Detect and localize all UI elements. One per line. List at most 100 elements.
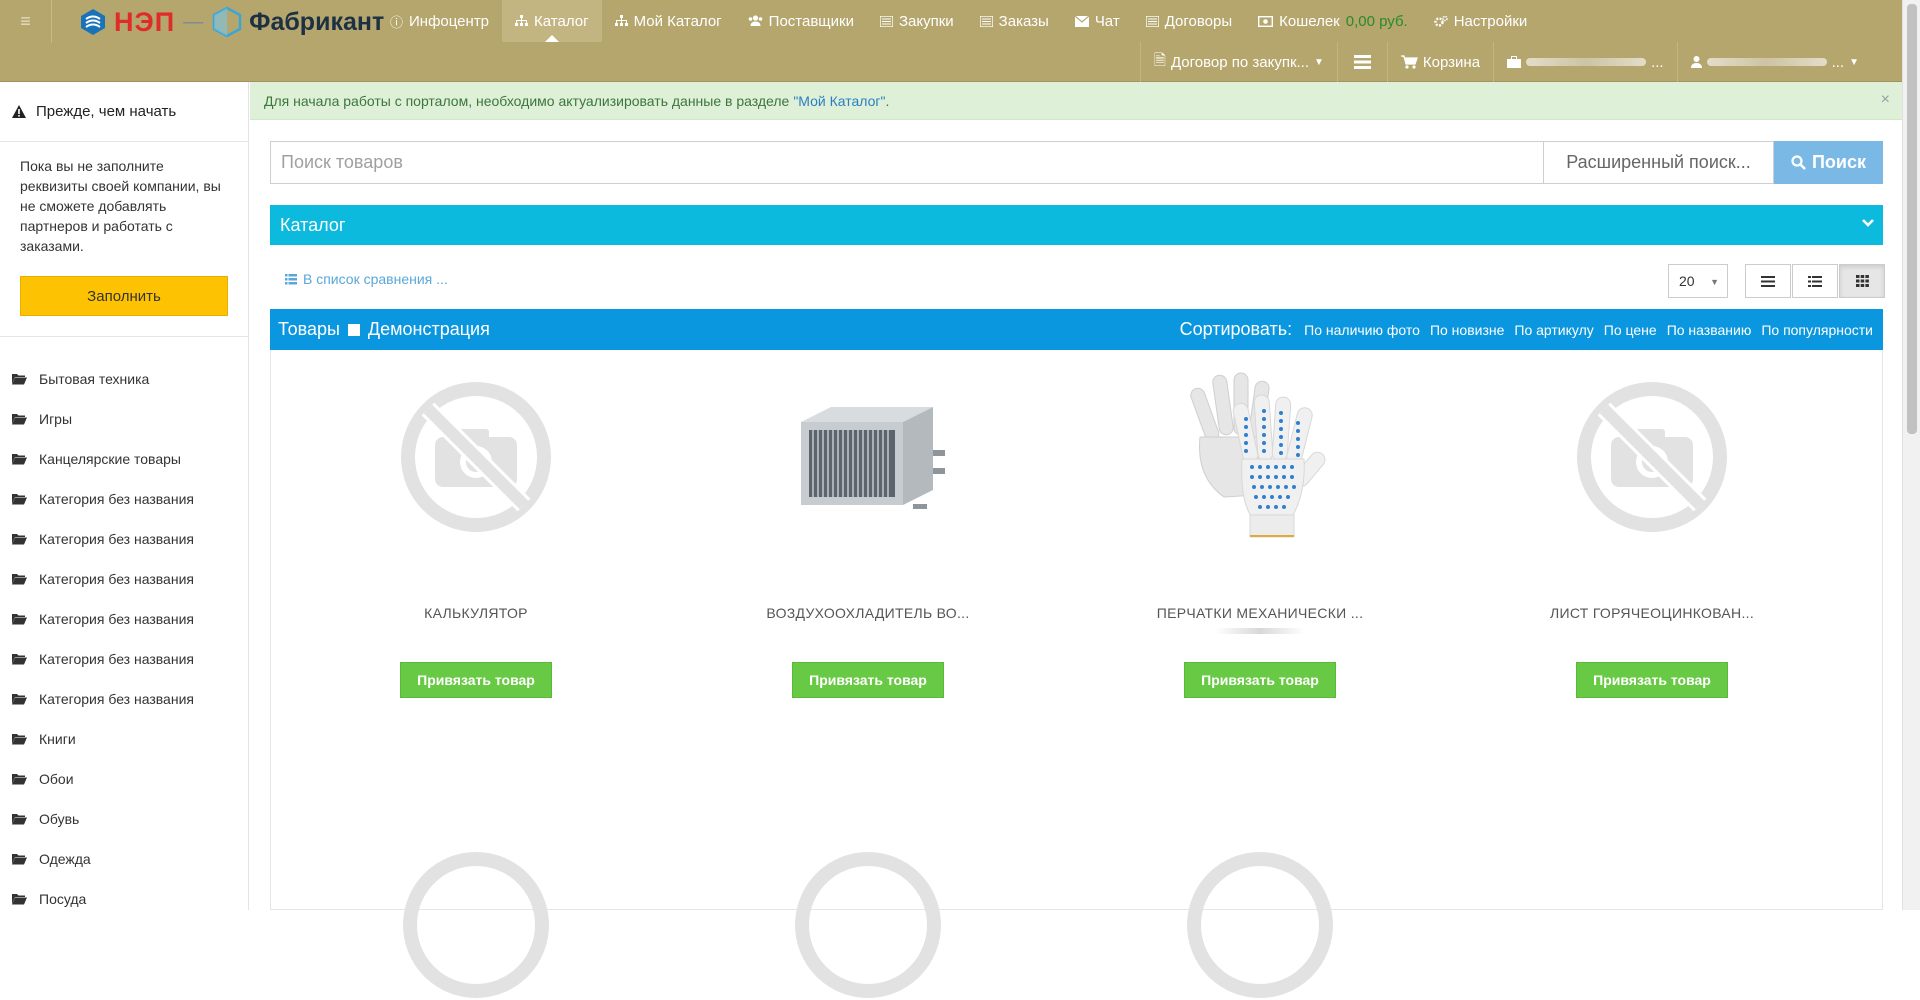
product-image[interactable]: [778, 372, 958, 542]
user-icon: [1690, 56, 1702, 68]
nav-chat[interactable]: Чат: [1062, 0, 1133, 42]
product-name[interactable]: КАЛЬКУЛЯТОР: [280, 605, 672, 621]
search-icon: [1791, 155, 1806, 170]
nav-my-catalog[interactable]: Мой Каталог: [602, 0, 735, 42]
nav-label: Договоры: [1164, 12, 1233, 30]
bind-product-button[interactable]: Привязать товар: [792, 662, 944, 698]
cart-link[interactable]: Корзина: [1386, 42, 1493, 82]
contract-dropdown[interactable]: 🗎 Договор по закупк... ▼: [1139, 42, 1337, 82]
per-page-select[interactable]: 20 ▼: [1668, 264, 1728, 298]
sidebar-category-item[interactable]: Категория без названия: [0, 519, 248, 559]
sidebar-category-item[interactable]: Посуда: [0, 879, 248, 919]
caret-down-icon: ▼: [1710, 277, 1719, 287]
folder-open-icon: [12, 814, 27, 825]
sidebar-category-item[interactable]: Одежда: [0, 839, 248, 879]
list-icon: [1761, 275, 1775, 287]
scrollbar-thumb[interactable]: [1907, 4, 1917, 434]
sort-by-name[interactable]: По названию: [1667, 322, 1752, 338]
product-card: ПЕРЧАТКИ МЕХАНИЧЕСКИ ... Привязать товар: [1064, 372, 1456, 712]
th-list-icon: [1808, 275, 1822, 287]
hamburger-icon: ≡: [20, 11, 31, 31]
sort-by-price[interactable]: По цене: [1604, 322, 1657, 338]
list-view-toggle[interactable]: [1336, 42, 1387, 82]
category-label: Бытовая техника: [39, 371, 150, 387]
add-to-compare-link[interactable]: В список сравнения ...: [285, 271, 448, 287]
nav-infocenter[interactable]: ⓘ Инфоцентр: [377, 0, 502, 42]
contract-label: Договор по закупк...: [1170, 53, 1310, 71]
nav-label: Поставщики: [768, 12, 854, 30]
sort-by-article[interactable]: По артикулу: [1514, 322, 1593, 338]
nav-contracts[interactable]: Договоры: [1133, 0, 1245, 42]
warning-title: Прежде, чем начать: [36, 103, 177, 120]
chevron-down-icon: [1862, 219, 1874, 227]
nep-logo-icon: [81, 9, 105, 35]
sidebar-category-item[interactable]: Обои: [0, 759, 248, 799]
advanced-search-button[interactable]: Расширенный поиск...: [1544, 141, 1774, 184]
user-dropdown[interactable]: ... ▼: [1676, 42, 1872, 82]
bind-product-button[interactable]: Привязать товар: [1184, 662, 1336, 698]
view-detailed-list-button[interactable]: [1792, 264, 1838, 298]
sidebar-category-item[interactable]: Категория без названия: [0, 679, 248, 719]
product-image[interactable]: [1175, 372, 1345, 542]
product-name[interactable]: ЛИСТ ГОРЯЧЕОЦИНКОВАН...: [1456, 605, 1848, 621]
bind-product-button[interactable]: Привязать товар: [1576, 662, 1728, 698]
folder-open-icon: [12, 694, 27, 705]
view-grid-button[interactable]: [1839, 264, 1885, 298]
close-icon[interactable]: ×: [1881, 91, 1890, 109]
nav-settings[interactable]: Настройки: [1421, 0, 1541, 42]
nav-purchases[interactable]: Закупки: [867, 0, 967, 42]
gloves-image: [1190, 372, 1326, 538]
sidebar-category-item[interactable]: Категория без названия: [0, 479, 248, 519]
product-name[interactable]: ПЕРЧАТКИ МЕХАНИЧЕСКИ ...: [1064, 605, 1456, 621]
sidebar-category-item[interactable]: Категория без названия: [0, 599, 248, 639]
search-input[interactable]: [270, 141, 1544, 184]
goods-title: Товары: [278, 319, 340, 339]
sidebar-category-item[interactable]: Категория без названия: [0, 639, 248, 679]
folder-open-icon: [12, 374, 27, 385]
sidebar-category-item[interactable]: Игры: [0, 399, 248, 439]
sidebar: Прежде, чем начать Пока вы не заполните …: [0, 82, 249, 910]
sidebar-category-item[interactable]: Канцелярские товары: [0, 439, 248, 479]
sort-by-popularity[interactable]: По популярности: [1761, 322, 1873, 338]
search-button[interactable]: Поиск: [1774, 141, 1883, 184]
fill-requisites-button[interactable]: Заполнить: [20, 276, 228, 316]
top-navbar: ≡ НЭП — Фабрикант ⓘ Инфоцентр Каталог Мо…: [0, 0, 1902, 82]
nav-label: Кошелек: [1279, 12, 1340, 30]
logo-separator: —: [183, 10, 204, 33]
cart-label: Корзина: [1422, 53, 1481, 71]
company-name-redacted: [1526, 58, 1647, 66]
product-image[interactable]: [1567, 372, 1737, 542]
vertical-scrollbar[interactable]: [1902, 0, 1920, 910]
nav-suppliers[interactable]: Поставщики: [735, 0, 867, 42]
wallet-balance: 0,00 руб.: [1345, 12, 1408, 30]
air-cooler-image: [801, 407, 945, 509]
product-name[interactable]: ВОЗДУХООХЛАДИТЕЛЬ ВО...: [672, 605, 1064, 621]
my-catalog-link[interactable]: "Мой Каталог": [793, 93, 885, 109]
nav-wallet[interactable]: Кошелек 0,00 руб.: [1245, 0, 1421, 42]
per-page-value: 20: [1679, 273, 1695, 289]
logo[interactable]: НЭП — Фабрикант: [78, 6, 384, 38]
product-card: ВОЗДУХООХЛАДИТЕЛЬ ВО... Привязать товар: [672, 372, 1064, 712]
sidebar-category-item[interactable]: Обувь: [0, 799, 248, 839]
category-label: Посуда: [39, 891, 87, 907]
caret-down-icon: ▼: [1849, 56, 1859, 68]
nav-orders[interactable]: Заказы: [967, 0, 1062, 42]
view-list-button[interactable]: [1745, 264, 1791, 298]
sidebar-category-item[interactable]: Бытовая техника: [0, 359, 248, 399]
catalog-panel-toggle[interactable]: Каталог: [270, 205, 1883, 245]
nav-catalog[interactable]: Каталог: [502, 0, 602, 42]
sort-options: Сортировать: По наличию фото По новизне …: [1180, 309, 1873, 350]
demo-checkbox[interactable]: [347, 323, 360, 336]
menu-toggle-button[interactable]: ≡: [0, 0, 52, 43]
bind-product-button[interactable]: Привязать товар: [400, 662, 552, 698]
company-dropdown[interactable]: ...: [1493, 42, 1677, 82]
sort-by-photo[interactable]: По наличию фото: [1304, 322, 1420, 338]
money-icon: [1258, 15, 1274, 27]
folder-open-icon: [12, 574, 27, 585]
info-alert: Для начала работы с порталом, необходимо…: [250, 82, 1902, 120]
sort-by-newness[interactable]: По новизне: [1430, 322, 1504, 338]
product-image[interactable]: [391, 372, 561, 542]
category-label: Обои: [39, 771, 74, 787]
sidebar-category-item[interactable]: Категория без названия: [0, 559, 248, 599]
sidebar-category-item[interactable]: Книги: [0, 719, 248, 759]
